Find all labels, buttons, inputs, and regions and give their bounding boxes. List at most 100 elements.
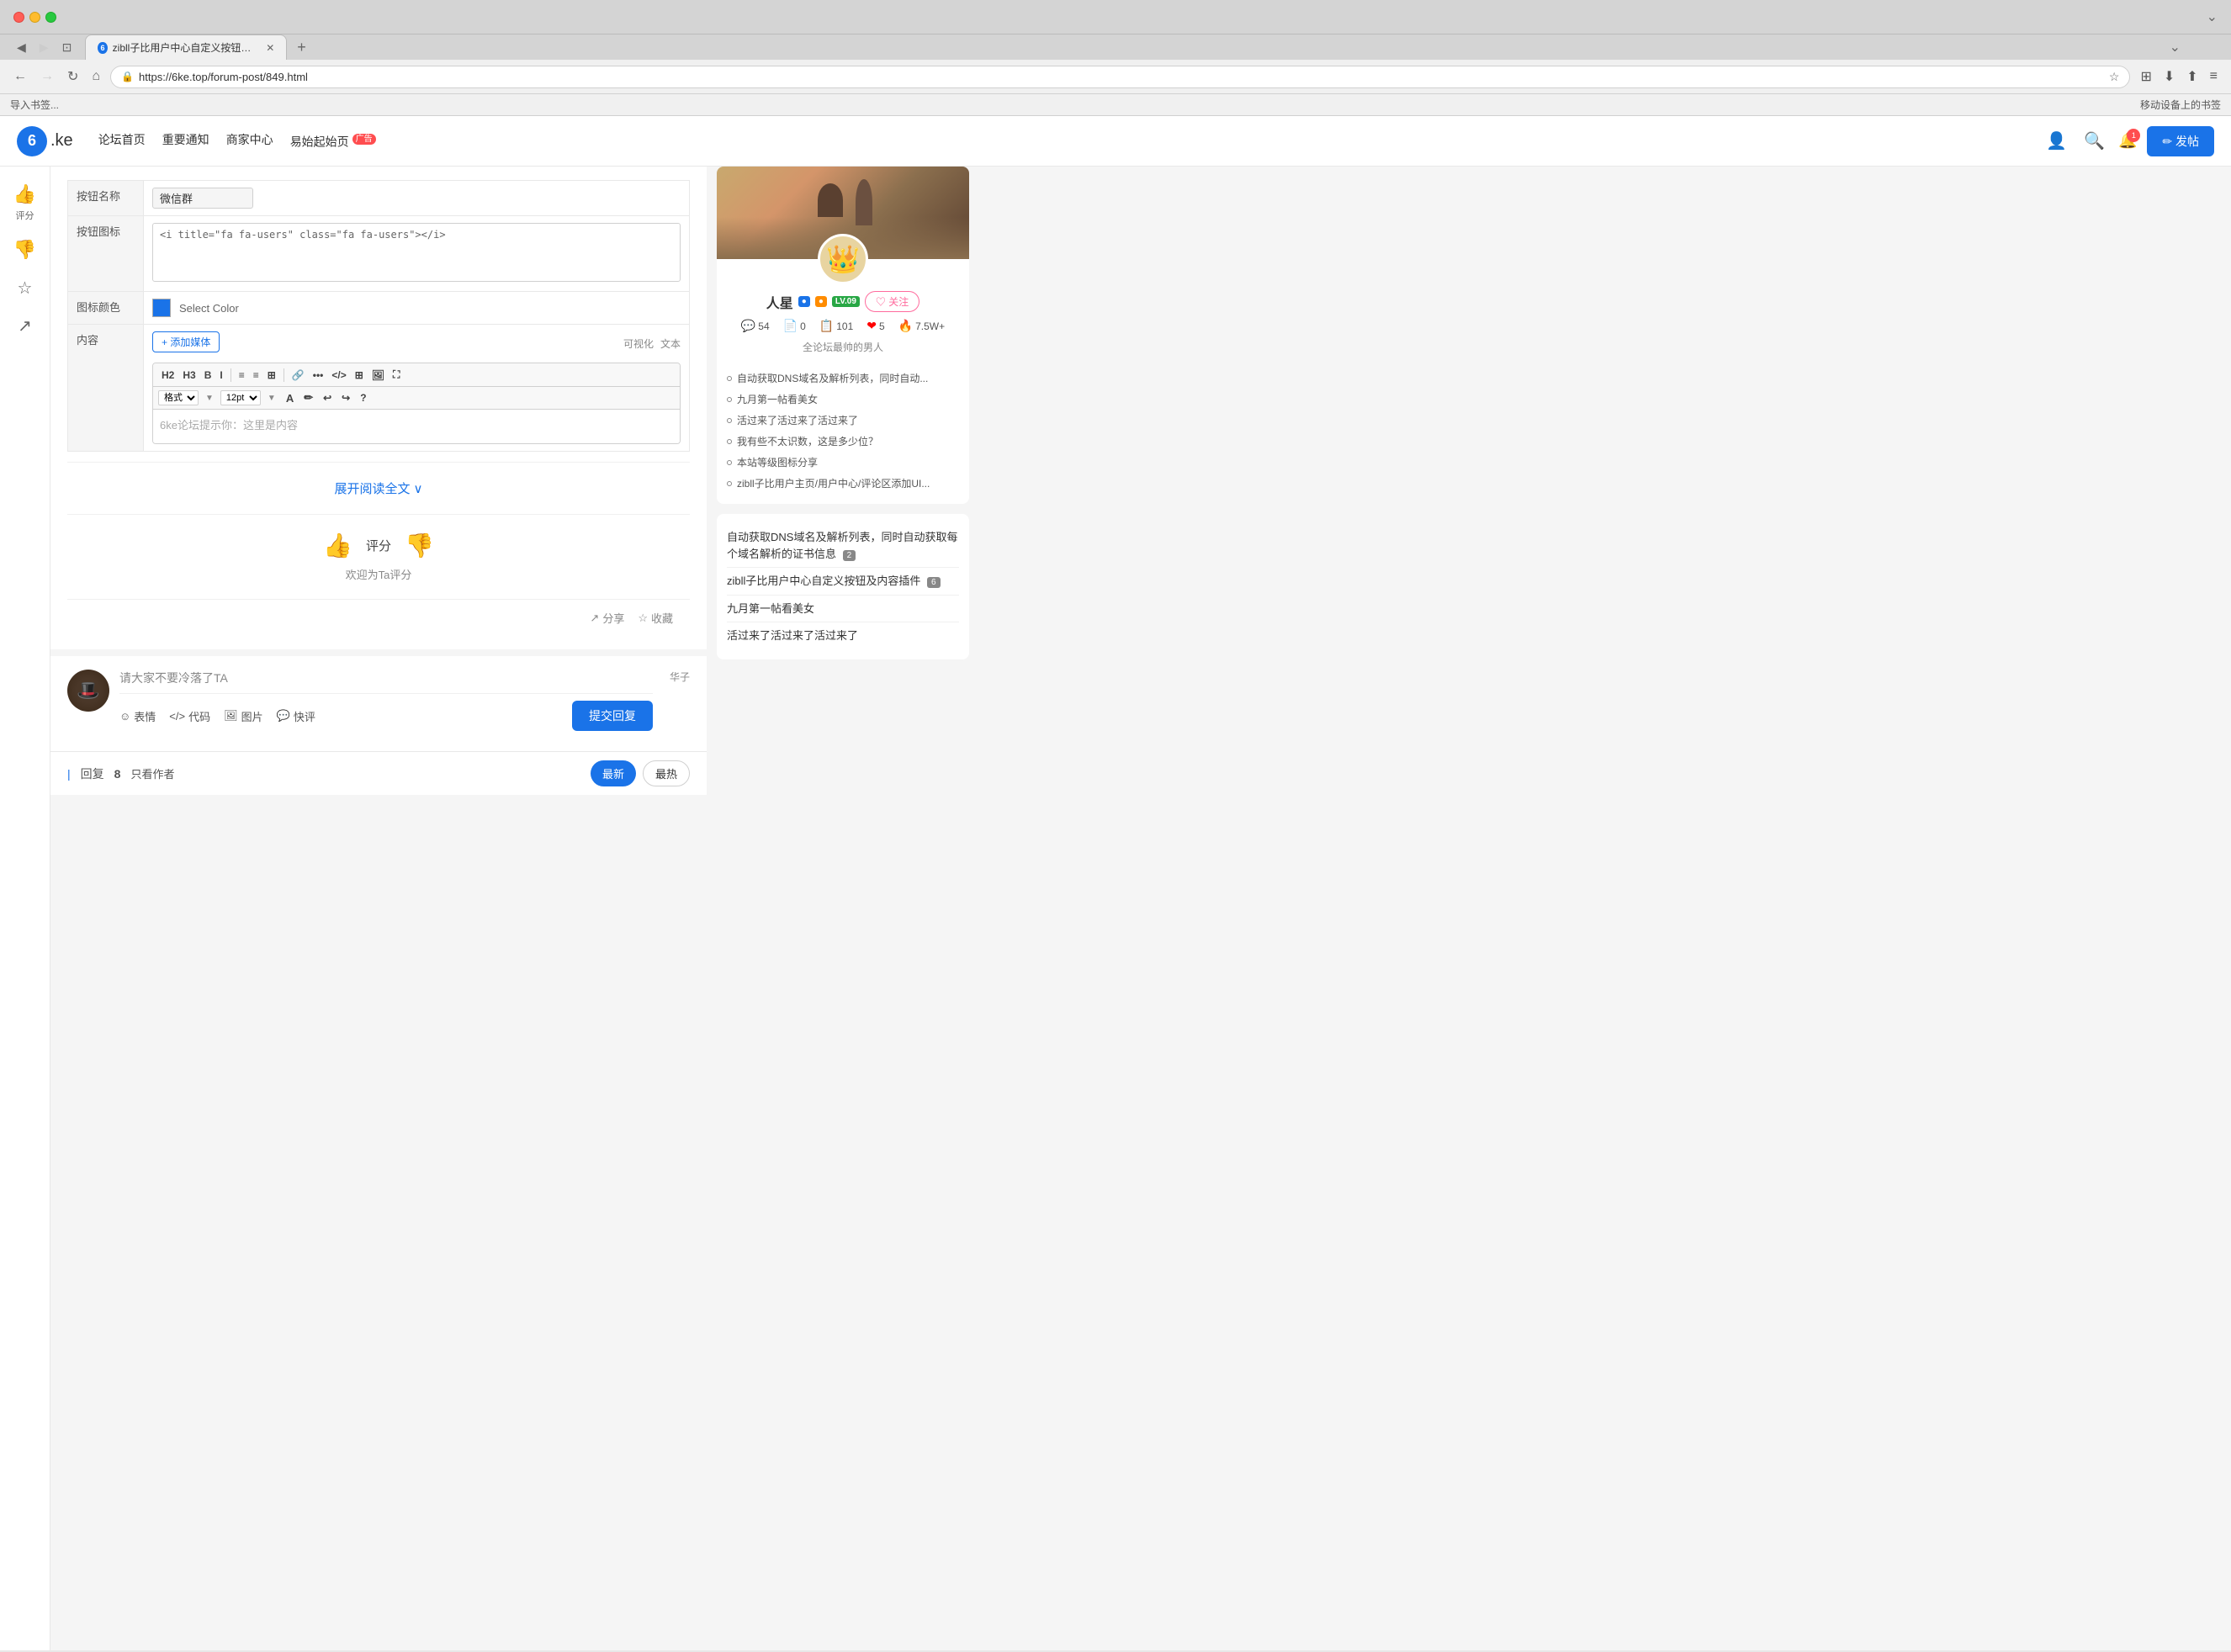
stat-fire: 🔥 7.5W+ xyxy=(898,319,945,333)
form-label-icon: 按钮图标 xyxy=(68,216,144,292)
site-nav-right: 👤 🔍 🔔 1 ✏ 发帖 xyxy=(2043,126,2214,156)
forward-button[interactable]: ▶ xyxy=(36,37,52,58)
maximize-window-button[interactable] xyxy=(45,12,56,23)
author-only-button[interactable]: 只看作者 xyxy=(130,765,174,781)
reload-button[interactable]: ↻ xyxy=(64,65,82,88)
share-sidebar-icon: ↗ xyxy=(18,315,32,336)
minimize-window-button[interactable] xyxy=(29,12,40,23)
quick-comment-button[interactable]: 💬 快评 xyxy=(277,708,315,724)
tab-close-button[interactable]: ✕ xyxy=(266,42,274,54)
rate-thumbs-up[interactable]: 👍 xyxy=(323,532,352,559)
browser-navbar: ← → ↻ ⌂ 🔒 https://6ke.top/forum-post/849… xyxy=(0,60,2231,94)
toolbar-h3[interactable]: H3 xyxy=(179,368,199,383)
toolbar-help[interactable]: ? xyxy=(357,390,369,405)
toolbar-bold[interactable]: B xyxy=(201,368,215,383)
toolbar-image[interactable]: 🖼 xyxy=(368,368,388,383)
expand-button[interactable]: 展开阅读全文 ∨ xyxy=(335,479,423,497)
comment-avatar xyxy=(67,670,109,712)
share-action[interactable]: ↗ xyxy=(18,315,32,336)
format-select[interactable]: 格式 xyxy=(158,390,199,405)
rich-content-area[interactable]: 6ke论坛提示你：这里是内容 xyxy=(153,410,680,443)
back-nav-button[interactable]: ← xyxy=(10,66,30,87)
share-post-button[interactable]: ↗ 分享 xyxy=(590,610,624,626)
user-link-4[interactable]: 本站等级图标分享 xyxy=(727,452,959,473)
toolbar-table[interactable]: ⊞ xyxy=(352,368,367,383)
icon-textarea[interactable]: <i title="fa fa-users" class="fa fa-user… xyxy=(152,223,681,282)
toolbar-italic[interactable]: I xyxy=(216,368,225,383)
notification-button[interactable]: 🔔 1 xyxy=(2118,132,2137,150)
save-icon[interactable]: ⬇ xyxy=(2160,65,2178,88)
toolbar-ul[interactable]: ≡ xyxy=(250,368,262,383)
article-title-3[interactable]: 活过来了活过来了活过来了 xyxy=(727,627,959,644)
user-link-2[interactable]: 活过来了活过来了活过来了 xyxy=(727,410,959,431)
forward-nav-button[interactable]: → xyxy=(37,66,57,87)
hot-tab[interactable]: 最热 xyxy=(643,760,690,786)
user-icon-button[interactable]: 👤 xyxy=(2043,127,2070,155)
thumbs-up-action[interactable]: 👍 评分 xyxy=(13,183,36,222)
nav-link-start[interactable]: 易始起始页 广告 xyxy=(290,128,376,154)
user-info: 人星 ● ● LV.09 ♡ 关注 💬 54 📄 0 xyxy=(717,284,969,368)
star-action[interactable]: ☆ xyxy=(18,278,33,299)
collect-post-button[interactable]: ☆ 收藏 xyxy=(638,610,673,626)
address-bar[interactable]: 🔒 https://6ke.top/forum-post/849.html ☆ xyxy=(110,66,2130,88)
toolbar-redo[interactable]: ↪ xyxy=(338,390,353,405)
new-tab-button[interactable]: + xyxy=(290,39,313,56)
code-button[interactable]: </> 代码 xyxy=(169,708,210,724)
nav-link-forum[interactable]: 论坛首页 xyxy=(98,128,146,154)
visual-tab[interactable]: 可视化 xyxy=(623,336,654,351)
logo-icon: 6 xyxy=(17,126,47,156)
mobile-bookmarks[interactable]: 移动设备上的书签 xyxy=(2140,98,2221,112)
toolbar-link[interactable]: 🔗 xyxy=(289,368,308,383)
extensions-icon[interactable]: ⊞ xyxy=(2137,65,2154,88)
follow-button[interactable]: ♡ 关注 xyxy=(865,291,919,312)
nav-right-icons: ⊞ ⬇ ⬆ ≡ xyxy=(2137,65,2221,88)
import-bookmarks[interactable]: 导入书签... xyxy=(10,98,59,112)
search-button[interactable]: 🔍 xyxy=(2080,127,2108,155)
post-button[interactable]: ✏ 发帖 xyxy=(2147,126,2214,156)
add-media-button[interactable]: + 添加媒体 xyxy=(152,331,220,352)
toolbar-h2[interactable]: H2 xyxy=(158,368,178,383)
article-title-1[interactable]: zibll子比用户中心自定义按钮及内容插件 6 xyxy=(727,573,959,590)
site-logo[interactable]: 6 .ke xyxy=(17,126,73,156)
back-button[interactable]: ◀ xyxy=(13,37,29,58)
rating-icons: 👍 评分 👎 xyxy=(67,532,690,559)
nav-link-notice[interactable]: 重要通知 xyxy=(162,128,209,154)
toolbar-align[interactable]: ⊞ xyxy=(264,368,279,383)
text-tab[interactable]: 文本 xyxy=(660,336,681,351)
toolbar-undo[interactable]: ↩ xyxy=(320,390,335,405)
toolbar-ol[interactable]: ≡ xyxy=(236,368,248,383)
submit-reply-button[interactable]: 提交回复 xyxy=(572,701,653,731)
extensions-button[interactable]: ⊡ xyxy=(59,37,76,58)
active-tab[interactable]: 6 zibll子比用户中心自定义按钮及内容插件 ✕ xyxy=(85,34,287,60)
image-button[interactable]: 🖼 图片 xyxy=(224,708,263,724)
share-icon[interactable]: ⬆ xyxy=(2183,65,2201,88)
toolbar-font-color[interactable]: A xyxy=(283,390,297,406)
logo-text: .ke xyxy=(50,131,73,151)
user-link-0[interactable]: 自动获取DNS域名及解析列表，同时自动... xyxy=(727,368,959,389)
select-color-button[interactable]: Select Color xyxy=(179,302,239,315)
menu-icon[interactable]: ≡ xyxy=(2207,66,2221,87)
toolbar-fullscreen[interactable]: ⛶ xyxy=(389,367,403,383)
bookmark-star-icon[interactable]: ☆ xyxy=(2109,70,2120,84)
rate-label: 评分 xyxy=(16,209,34,222)
user-link-5[interactable]: zibll子比用户主页/用户中心/评论区添加UI... xyxy=(727,473,959,494)
thumbs-down-action[interactable]: 👎 xyxy=(13,239,36,261)
user-link-3[interactable]: 我有些不太识数，这是多少位？ xyxy=(727,431,959,452)
toolbar-code[interactable]: </> xyxy=(328,368,349,383)
toolbar-more[interactable]: ••• xyxy=(310,368,327,383)
size-select[interactable]: 12pt xyxy=(220,390,261,405)
like-count: 5 xyxy=(879,320,885,332)
emoji-button[interactable]: ☺ 表情 xyxy=(119,708,156,724)
toolbar-highlight[interactable]: ✏ xyxy=(300,389,316,406)
user-link-1[interactable]: 九月第一帖看美女 xyxy=(727,389,959,410)
article-title-2[interactable]: 九月第一帖看美女 xyxy=(727,601,959,617)
fire-count-icon: 🔥 xyxy=(898,319,913,333)
user-badge-orange: ● xyxy=(815,296,827,307)
article-title-0[interactable]: 自动获取DNS域名及解析列表，同时自动获取每个域名解析的证书信息 2 xyxy=(727,529,959,562)
button-name-input[interactable] xyxy=(152,188,253,209)
home-button[interactable]: ⌂ xyxy=(88,66,103,87)
latest-tab[interactable]: 最新 xyxy=(591,760,636,786)
close-window-button[interactable] xyxy=(13,12,24,23)
nav-link-merchant[interactable]: 商家中心 xyxy=(226,128,273,154)
rate-thumbs-down[interactable]: 👎 xyxy=(405,532,434,559)
